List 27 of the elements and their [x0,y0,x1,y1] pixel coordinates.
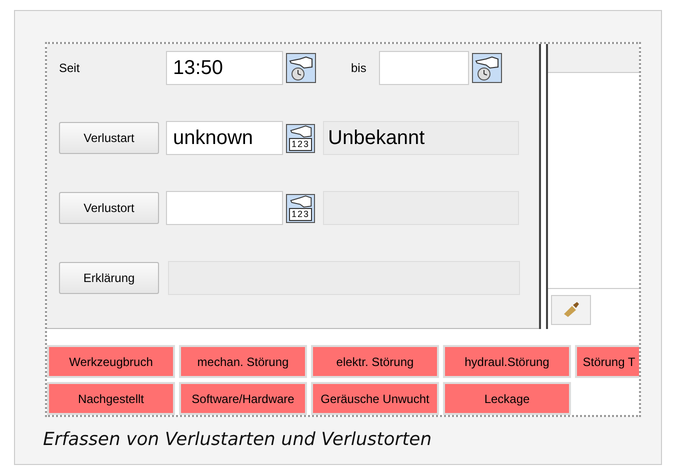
hand-clock-icon[interactable] [286,53,316,83]
panel-splitter[interactable] [539,44,548,329]
category-button[interactable]: Werkzeugbruch [47,345,175,378]
code-field[interactable]: unknown [166,121,283,155]
lookup-button[interactable]: Verlustart [59,122,159,154]
code-field[interactable] [166,191,283,225]
lookup-button[interactable]: Verlustort [59,192,159,224]
category-button[interactable]: Nachgestellt [47,382,175,415]
category-button[interactable]: hydraul.Störung [443,345,571,378]
hand-clock-icon[interactable] [472,53,502,83]
category-button[interactable]: Störung T [575,345,639,378]
category-button[interactable]: Leckage [443,382,571,415]
hand-number-icon[interactable]: 123 [286,194,315,222]
time-field[interactable]: 13:50 [166,51,283,85]
field-label: bis [351,61,366,75]
description-field: Unbekannt [323,121,519,155]
explanation-button[interactable]: Erklärung [59,262,159,294]
time-field[interactable] [379,51,470,85]
category-button[interactable]: elektr. Störung [311,345,439,378]
figure-caption: Erfassen von Verlustarten und Verlustorten [43,428,433,450]
broom-icon [562,302,580,318]
category-button[interactable]: Software/Hardware [179,382,307,415]
category-button[interactable]: Geräusche Unwucht [311,382,439,415]
field-label: Seit [59,61,81,75]
hand-number-icon[interactable]: 123 [286,124,315,152]
broom-button[interactable] [551,295,591,325]
category-button[interactable]: mechan. Störung [179,345,307,378]
